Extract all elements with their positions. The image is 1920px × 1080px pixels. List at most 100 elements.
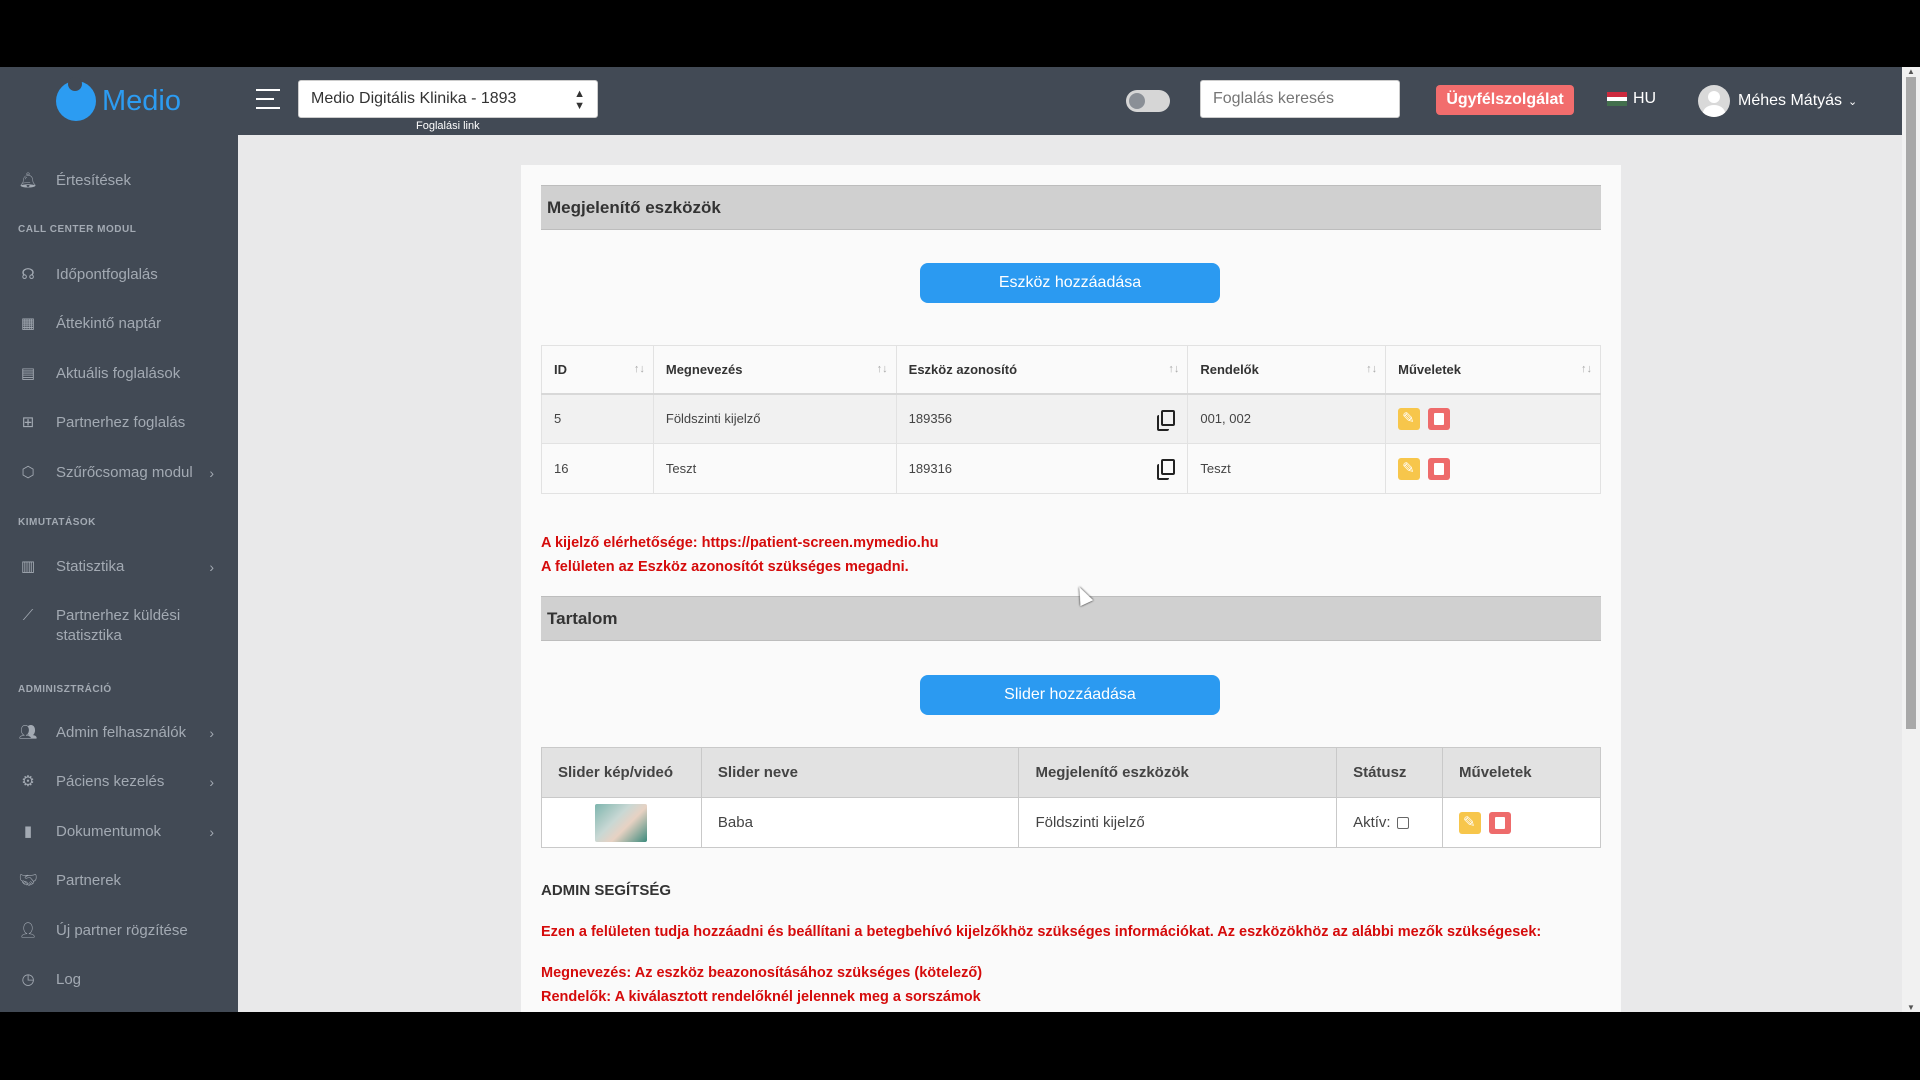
sidebar-item-overview-calendar[interactable]: ▦ Áttekintő naptár <box>18 314 228 334</box>
active-checkbox[interactable] <box>1396 817 1409 830</box>
cell-offices: 001, 002 <box>1187 393 1387 444</box>
sidebar-item-partner-booking[interactable]: ⊞ Partnerhez foglalás <box>18 413 228 433</box>
logo[interactable]: Medio <box>56 77 181 121</box>
app-window: Medio Medio Digitális Klinika - 1893 ▲ ▼ … <box>0 67 1920 1012</box>
sidebar-item-label: Időpontfoglalás <box>56 266 158 283</box>
cell-name: Teszt <box>652 443 897 494</box>
logo-text: Medio <box>102 84 181 117</box>
sidebar-item-current-bookings[interactable]: ▤ Aktuális foglalások <box>18 364 228 384</box>
copy-icon[interactable] <box>1157 409 1176 431</box>
user-plus-icon: 👤︎ <box>18 922 38 939</box>
sort-icon: ↑↓ <box>1168 363 1180 375</box>
sidebar-item-screening-package[interactable]: ⬡ Szűrőcsomag modul › <box>18 463 228 483</box>
sidebar-item-notifications[interactable]: 🔔︎ Értesítések <box>18 171 228 191</box>
column-header-slider-actions: Műveletek <box>1442 747 1601 798</box>
sidebar-item-label: Partnerek <box>56 872 122 889</box>
table-row: 5 Földszinti kijelző 189356 001, 002 <box>541 393 1601 444</box>
delete-icon[interactable] <box>1489 811 1512 834</box>
sort-icon: ↑↓ <box>633 363 645 375</box>
clinic-select[interactable]: Medio Digitális Klinika - 1893 ▲ ▼ <box>298 80 598 118</box>
column-header-name[interactable]: Megnevezés ↑↓ <box>652 345 897 395</box>
sidebar-item-log[interactable]: ◷ Log <box>18 970 228 990</box>
avatar <box>1698 85 1730 117</box>
column-header-id[interactable]: ID ↑↓ <box>541 345 654 395</box>
edit-icon[interactable] <box>1398 407 1421 430</box>
toggle-knob <box>1129 93 1145 109</box>
bell-icon: 🔔︎ <box>18 172 38 189</box>
sidebar-item-label: Dokumentumok <box>56 823 162 840</box>
scroll-up-icon[interactable]: ▲ <box>1906 67 1916 76</box>
theme-toggle[interactable] <box>1126 90 1170 112</box>
scroll-down-icon[interactable]: ▼ <box>1906 1003 1916 1012</box>
cell-id: 5 <box>541 393 654 444</box>
calendar-plus-icon: ⊞ <box>21 414 35 431</box>
chevron-right-icon: › <box>209 725 214 741</box>
user-cog-icon: ⚙ <box>21 773 35 790</box>
add-device-button[interactable]: Eszköz hozzáadása <box>920 263 1220 303</box>
sidebar-item-new-partner[interactable]: 👤︎ Új partner rögzítése <box>18 921 228 941</box>
sidebar-item-admin-users[interactable]: 👥︎ Admin felhasználók › <box>18 723 228 743</box>
slider-table: Slider kép/videó Slider neve Megjelenítő… <box>541 747 1601 848</box>
scrollbar-thumb[interactable] <box>1906 77 1916 729</box>
device-id-note: A felületen az Eszköz azonosítót szükség… <box>541 559 909 575</box>
chevron-down-icon: ⌄ <box>1848 95 1858 108</box>
device-url-note: A kijelző elérhetősége: https://patient-… <box>541 535 939 551</box>
cell-device-id: 189356 <box>895 393 1189 444</box>
sidebar-item-label: Admin felhasználók <box>56 724 187 741</box>
edit-icon[interactable] <box>1398 457 1421 480</box>
clock-icon: ◷ <box>21 971 35 988</box>
users-icon: 👥︎ <box>18 724 38 741</box>
page-scrollbar[interactable]: ▲ ▼ <box>1902 67 1920 1012</box>
cell-slider-name: Baba <box>700 797 1020 848</box>
user-menu[interactable]: Méhes Mátyás ⌄ <box>1698 85 1857 117</box>
cube-icon: ⬡ <box>21 464 35 481</box>
sort-icon: ↑↓ <box>1581 363 1592 375</box>
sidebar-item-partners[interactable]: 🤝︎ Partnerek <box>18 871 228 891</box>
sidebar-item-label: Új partner rögzítése <box>56 922 188 939</box>
handshake-icon: 🤝︎ <box>18 872 38 889</box>
chevron-right-icon: › <box>209 774 214 790</box>
column-header-status: Státusz <box>1336 747 1444 798</box>
delete-icon[interactable] <box>1428 407 1451 430</box>
sidebar-item-booking[interactable]: ☊ Időpontfoglalás <box>18 265 228 285</box>
admin-help-line-name: Megnevezés: Az eszköz beazonosításához s… <box>541 965 983 981</box>
sidebar-item-label: Aktuális foglalások <box>56 365 181 382</box>
line-chart-icon: ⟋ <box>22 607 34 624</box>
column-header-device-id[interactable]: Eszköz azonosító ↑↓ <box>895 345 1189 395</box>
logo-icon <box>56 77 96 121</box>
add-slider-button[interactable]: Slider hozzáadása <box>920 675 1220 715</box>
chevron-right-icon: › <box>209 465 214 481</box>
sidebar-heading-administration: ADMINISZTRÁCIÓ <box>18 684 112 695</box>
bottom-letterbox <box>0 1012 1920 1080</box>
cell-slider-status: Aktív: <box>1336 797 1444 848</box>
devices-table: ID ↑↓ Megnevezés ↑↓ Eszköz azonosító ↑↓ Ren… <box>541 345 1601 494</box>
menu-toggle-icon[interactable] <box>256 89 280 109</box>
sidebar-item-patient-management[interactable]: ⚙ Páciens kezelés › <box>18 772 228 792</box>
support-button[interactable]: Ügyfélszolgálat <box>1436 85 1574 115</box>
top-header: Medio Medio Digitális Klinika - 1893 ▲ ▼ … <box>0 67 1920 135</box>
table-row: Baba Földszinti kijelző Aktív: <box>541 797 1601 848</box>
sidebar-item-statistics[interactable]: ▥ Statisztika › <box>18 557 228 577</box>
sort-icon: ↑↓ <box>1366 363 1378 375</box>
delete-icon[interactable] <box>1428 457 1451 480</box>
language-label: HU <box>1633 90 1657 107</box>
sidebar-item-partner-send-statistics[interactable]: ⟋ Partnerhez küldési statisztika <box>18 606 228 646</box>
sidebar-item-label: Partnerhez küldési statisztika <box>56 607 181 644</box>
edit-icon[interactable] <box>1459 811 1482 834</box>
cell-slider-actions <box>1442 797 1601 848</box>
column-header-offices[interactable]: Rendelők ↑↓ <box>1187 345 1387 395</box>
sidebar-item-documents[interactable]: ▮ Dokumentumok › <box>18 822 228 842</box>
cell-actions <box>1385 393 1601 444</box>
top-letterbox <box>0 0 1920 67</box>
booking-search-input[interactable] <box>1200 80 1400 118</box>
slider-thumbnail-image[interactable] <box>595 803 648 842</box>
copy-icon[interactable] <box>1157 459 1176 480</box>
sidebar-item-label: Páciens kezelés <box>56 773 165 790</box>
booking-link[interactable]: Foglalási link <box>416 120 480 132</box>
cell-name: Földszinti kijelző <box>652 393 897 444</box>
language-selector[interactable]: HU <box>1607 90 1656 108</box>
select-arrows-icon: ▲ ▼ <box>574 88 585 112</box>
status-label: Aktív: <box>1353 814 1391 831</box>
column-header-actions[interactable]: Műveletek ↑↓ <box>1385 345 1601 395</box>
table-row: 16 Teszt 189316 Teszt <box>541 443 1601 494</box>
